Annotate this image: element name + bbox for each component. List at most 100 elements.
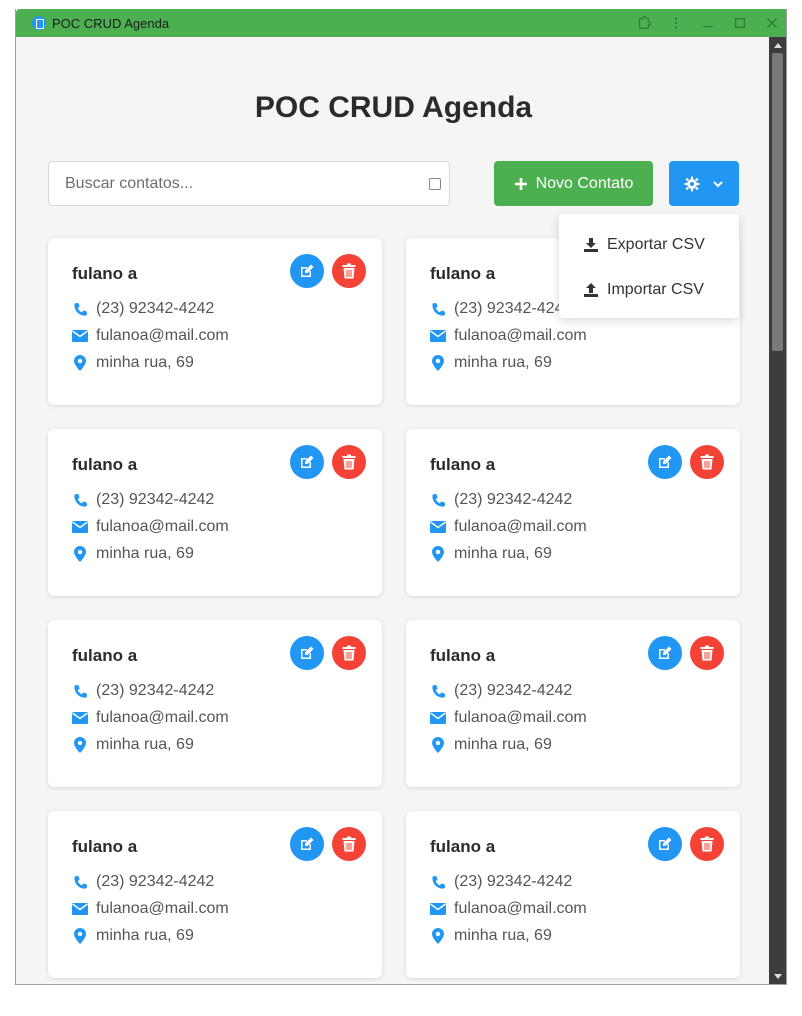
more-vert-icon[interactable] bbox=[660, 9, 692, 37]
delete-button[interactable] bbox=[332, 445, 366, 479]
minimize-icon[interactable] bbox=[692, 9, 724, 37]
contact-email: fulanoa@mail.com bbox=[96, 709, 229, 726]
map-marker-icon bbox=[430, 928, 446, 944]
envelope-icon bbox=[72, 901, 88, 917]
trash-icon bbox=[700, 645, 714, 661]
contact-address: minha rua, 69 bbox=[96, 927, 194, 944]
map-marker-icon bbox=[430, 546, 446, 562]
phone-icon bbox=[72, 874, 88, 890]
delete-button[interactable] bbox=[690, 827, 724, 861]
menu-item-export-csv[interactable]: Exportar CSV bbox=[559, 222, 739, 267]
contact-email: fulanoa@mail.com bbox=[96, 518, 229, 535]
new-contact-label: Novo Contato bbox=[535, 174, 634, 192]
contact-card: fulano a (23) 92342-4242 fulanoa@mail.com m… bbox=[48, 811, 382, 978]
delete-button[interactable] bbox=[690, 445, 724, 479]
scroll-thumb[interactable] bbox=[772, 53, 783, 351]
edit-button[interactable] bbox=[648, 827, 682, 861]
contact-email: fulanoa@mail.com bbox=[454, 518, 587, 535]
download-icon bbox=[584, 237, 598, 252]
delete-button[interactable] bbox=[332, 827, 366, 861]
contact-phone-row: (23) 92342-4242 bbox=[430, 873, 572, 891]
search-box bbox=[48, 161, 450, 206]
search-input[interactable] bbox=[49, 162, 449, 205]
envelope-icon bbox=[72, 519, 88, 535]
contact-email-row: fulanoa@mail.com bbox=[72, 900, 229, 918]
contact-email-row: fulanoa@mail.com bbox=[430, 327, 587, 345]
edit-icon bbox=[299, 836, 315, 852]
contact-name: fulano a bbox=[430, 646, 496, 665]
map-marker-icon bbox=[72, 355, 88, 371]
contact-phone: (23) 92342-4242 bbox=[96, 682, 215, 699]
settings-dropdown-button[interactable] bbox=[669, 161, 739, 206]
edit-icon bbox=[657, 836, 673, 852]
map-marker-icon bbox=[72, 546, 88, 562]
plus-icon bbox=[514, 177, 527, 190]
contact-name: fulano a bbox=[72, 837, 138, 856]
contact-name: fulano a bbox=[72, 264, 138, 283]
contact-name: fulano a bbox=[430, 837, 496, 856]
edit-button[interactable] bbox=[290, 827, 324, 861]
edit-button[interactable] bbox=[290, 445, 324, 479]
contact-phone: (23) 92342-4242 bbox=[454, 682, 573, 699]
contact-phone-row: (23) 92342-4242 bbox=[72, 682, 214, 700]
envelope-icon bbox=[430, 519, 446, 535]
contact-phone: (23) 92342-4242 bbox=[96, 873, 215, 890]
contact-phone: (23) 92342-4242 bbox=[96, 300, 215, 317]
scroll-up-arrow[interactable] bbox=[769, 37, 786, 53]
contact-phone-row: (23) 92342-4242 bbox=[430, 491, 572, 509]
maximize-icon[interactable] bbox=[724, 9, 756, 37]
trash-icon bbox=[700, 836, 714, 852]
export-csv-label: Exportar CSV bbox=[607, 235, 705, 253]
contact-name: fulano a bbox=[72, 455, 138, 474]
contact-phone-row: (23) 92342-4242 bbox=[430, 300, 572, 318]
trash-icon bbox=[342, 645, 356, 661]
new-contact-button[interactable]: Novo Contato bbox=[494, 161, 653, 206]
settings-menu: Exportar CSV Importar CSV bbox=[559, 214, 739, 318]
map-marker-icon bbox=[430, 737, 446, 753]
contact-email-row: fulanoa@mail.com bbox=[72, 518, 229, 536]
contact-name: fulano a bbox=[430, 455, 496, 474]
extensions-icon[interactable] bbox=[628, 9, 660, 37]
window-controls bbox=[628, 9, 786, 37]
contact-address-row: minha rua, 69 bbox=[430, 354, 552, 372]
trash-icon bbox=[342, 836, 356, 852]
phone-icon bbox=[72, 492, 88, 508]
map-marker-icon bbox=[430, 355, 446, 371]
contact-phone-row: (23) 92342-4242 bbox=[72, 300, 214, 318]
edit-icon bbox=[299, 645, 315, 661]
gear-icon bbox=[684, 176, 700, 191]
contact-address-row: minha rua, 69 bbox=[430, 736, 552, 754]
app-window: POC CRUD Agenda POC CRUD Agenda Buscar c… bbox=[15, 9, 787, 985]
page-title: POC CRUD Agenda bbox=[254, 91, 533, 124]
trash-icon bbox=[342, 263, 356, 279]
contact-address: minha rua, 69 bbox=[96, 736, 194, 753]
import-csv-label: Importar CSV bbox=[607, 280, 704, 298]
vertical-scrollbar[interactable] bbox=[769, 37, 786, 984]
edit-icon bbox=[299, 263, 315, 279]
edit-button[interactable] bbox=[648, 636, 682, 670]
trash-icon bbox=[342, 454, 356, 470]
edit-button[interactable] bbox=[290, 254, 324, 288]
envelope-icon bbox=[72, 328, 88, 344]
edit-icon bbox=[657, 454, 673, 470]
contact-address: minha rua, 69 bbox=[96, 545, 194, 562]
close-icon[interactable] bbox=[756, 9, 786, 37]
delete-button[interactable] bbox=[332, 254, 366, 288]
contact-card: fulano a (23) 92342-4242 fulanoa@mail.com m… bbox=[48, 429, 382, 596]
edit-button[interactable] bbox=[290, 636, 324, 670]
delete-button[interactable] bbox=[332, 636, 366, 670]
edit-button[interactable] bbox=[648, 445, 682, 479]
contact-address: minha rua, 69 bbox=[454, 736, 552, 753]
menu-item-import-csv[interactable]: Importar CSV bbox=[559, 267, 739, 312]
phone-icon bbox=[430, 874, 446, 890]
contact-address-row: minha rua, 69 bbox=[72, 545, 194, 563]
contact-phone: (23) 92342-4242 bbox=[454, 873, 573, 890]
edit-icon bbox=[299, 454, 315, 470]
map-marker-icon bbox=[72, 928, 88, 944]
titlebar[interactable]: POC CRUD Agenda bbox=[16, 9, 786, 37]
card-actions bbox=[648, 636, 724, 670]
scroll-down-arrow[interactable] bbox=[769, 969, 786, 984]
window-title: POC CRUD Agenda bbox=[52, 15, 170, 31]
chevron-down-icon bbox=[713, 180, 723, 187]
delete-button[interactable] bbox=[690, 636, 724, 670]
